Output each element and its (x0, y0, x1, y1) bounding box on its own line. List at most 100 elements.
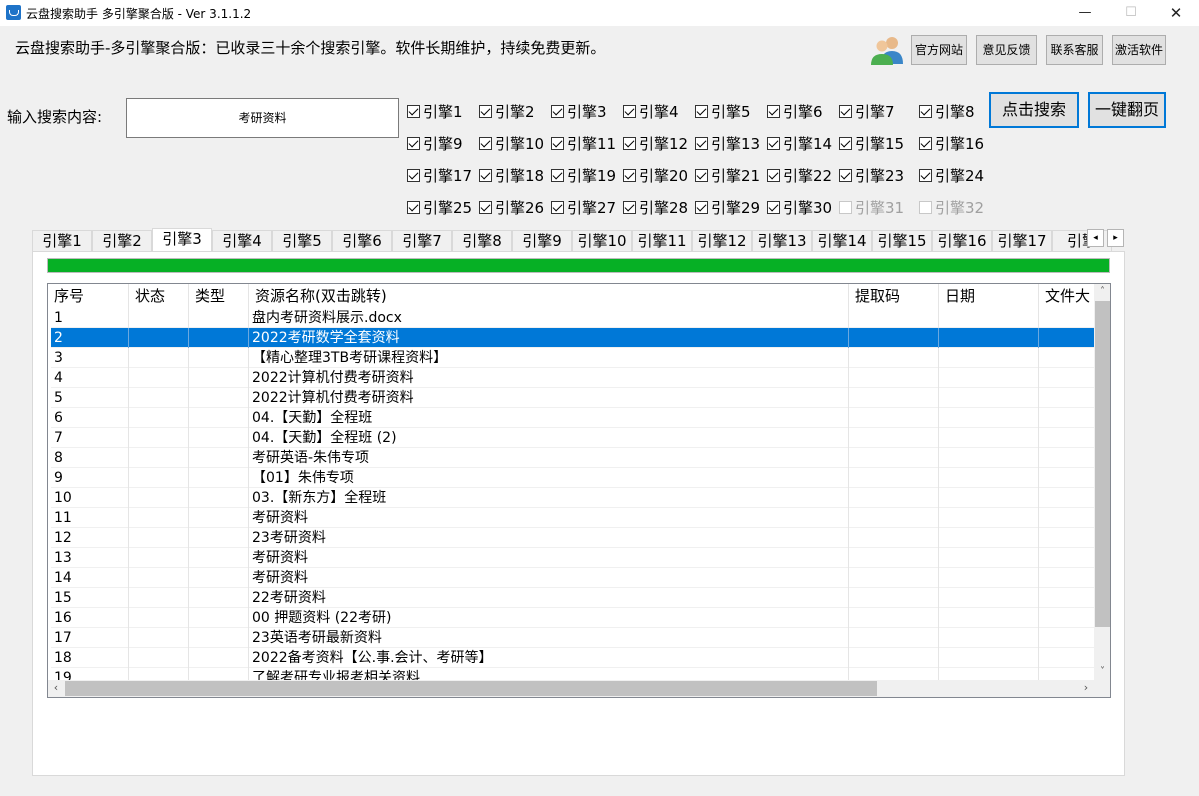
table-row[interactable]: 3 【精心整理3TB考研课程资料】 (51, 348, 1095, 368)
horizontal-scrollbar[interactable]: ‹ › (48, 680, 1094, 697)
engine-checkbox-5[interactable]: 引擎5 (695, 101, 751, 121)
engine-checkbox-8[interactable]: 引擎8 (919, 101, 975, 121)
engine-checkbox-10[interactable]: 引擎10 (479, 133, 544, 153)
scroll-up-icon[interactable]: ˄ (1094, 284, 1110, 300)
contact-support-button[interactable]: 联系客服 (1046, 35, 1103, 65)
table-row[interactable]: 9 【01】朱伟专项 (51, 468, 1095, 488)
tab-engine-10[interactable]: 引擎10 (572, 230, 632, 251)
table-row[interactable]: 2 2022考研数学全套资料 (51, 328, 1095, 348)
tab-engine-9[interactable]: 引擎9 (512, 230, 572, 251)
engine-checkbox-29[interactable]: 引擎29 (695, 197, 760, 217)
scroll-right-icon[interactable]: › (1078, 680, 1094, 697)
maximize-icon[interactable]: ☐ (1108, 0, 1154, 26)
tab-engine-15[interactable]: 引擎15 (872, 230, 932, 251)
minimize-icon[interactable]: — (1062, 0, 1108, 26)
table-row[interactable]: 1 盘内考研资料展示.docx (51, 308, 1095, 328)
tab-engine-8[interactable]: 引擎8 (452, 230, 512, 251)
checkbox-checked-icon[interactable] (551, 201, 564, 214)
search-input[interactable]: 考研资料 (126, 98, 399, 138)
tab-engine-4[interactable]: 引擎4 (212, 230, 272, 251)
activate-software-button[interactable]: 激活软件 (1112, 35, 1166, 65)
column-index-header[interactable]: 序号 (48, 284, 129, 308)
tab-engine-12[interactable]: 引擎12 (692, 230, 752, 251)
checkbox-checked-icon[interactable] (479, 169, 492, 182)
checkbox-checked-icon[interactable] (919, 137, 932, 150)
users-icon[interactable] (870, 34, 904, 66)
checkbox-checked-icon[interactable] (407, 105, 420, 118)
engine-checkbox-19[interactable]: 引擎19 (551, 165, 616, 185)
table-row[interactable]: 11 考研资料 (51, 508, 1095, 528)
engine-checkbox-20[interactable]: 引擎20 (623, 165, 688, 185)
tab-engine-2[interactable]: 引擎2 (92, 230, 152, 251)
tab-scroll-right-icon[interactable]: ▸ (1107, 229, 1124, 247)
engine-checkbox-6[interactable]: 引擎6 (767, 101, 823, 121)
checkbox-checked-icon[interactable] (919, 105, 932, 118)
table-row[interactable]: 12 23考研资料 (51, 528, 1095, 548)
engine-checkbox-22[interactable]: 引擎22 (767, 165, 832, 185)
engine-checkbox-3[interactable]: 引擎3 (551, 101, 607, 121)
checkbox-checked-icon[interactable] (623, 105, 636, 118)
engine-checkbox-24[interactable]: 引擎24 (919, 165, 984, 185)
engine-checkbox-27[interactable]: 引擎27 (551, 197, 616, 217)
table-row[interactable]: 4 2022计算机付费考研资料 (51, 368, 1095, 388)
vertical-scroll-thumb[interactable] (1095, 301, 1110, 627)
column-date-header[interactable]: 日期 (939, 284, 1039, 308)
column-resource-name-header[interactable]: 资源名称(双击跳转) (249, 284, 849, 308)
tab-engine-14[interactable]: 引擎14 (812, 230, 872, 251)
table-row[interactable]: 7 04.【天勤】全程班 (2) (51, 428, 1095, 448)
table-row[interactable]: 17 23英语考研最新资料 (51, 628, 1095, 648)
engine-checkbox-21[interactable]: 引擎21 (695, 165, 760, 185)
tab-engine-13[interactable]: 引擎13 (752, 230, 812, 251)
checkbox-checked-icon[interactable] (551, 169, 564, 182)
tab-engine-3[interactable]: 引擎3 (152, 228, 212, 251)
checkbox-checked-icon[interactable] (695, 105, 708, 118)
engine-checkbox-16[interactable]: 引擎16 (919, 133, 984, 153)
table-row[interactable]: 6 04.【天勤】全程班 (51, 408, 1095, 428)
engine-checkbox-23[interactable]: 引擎23 (839, 165, 904, 185)
checkbox-checked-icon[interactable] (407, 201, 420, 214)
engine-checkbox-17[interactable]: 引擎17 (407, 165, 472, 185)
engine-checkbox-30[interactable]: 引擎30 (767, 197, 832, 217)
column-extract-code-header[interactable]: 提取码 (849, 284, 939, 308)
checkbox-checked-icon[interactable] (767, 169, 780, 182)
next-page-button[interactable]: 一键翻页 (1088, 92, 1166, 128)
checkbox-checked-icon[interactable] (839, 137, 852, 150)
search-button[interactable]: 点击搜索 (989, 92, 1079, 128)
engine-checkbox-2[interactable]: 引擎2 (479, 101, 535, 121)
feedback-button[interactable]: 意见反馈 (976, 35, 1037, 65)
engine-checkbox-1[interactable]: 引擎1 (407, 101, 463, 121)
table-row[interactable]: 16 00 押题资料 (22考研) (51, 608, 1095, 628)
engine-checkbox-25[interactable]: 引擎25 (407, 197, 472, 217)
engine-checkbox-11[interactable]: 引擎11 (551, 133, 616, 153)
engine-checkbox-4[interactable]: 引擎4 (623, 101, 679, 121)
engine-checkbox-14[interactable]: 引擎14 (767, 133, 832, 153)
checkbox-checked-icon[interactable] (767, 137, 780, 150)
results-table[interactable]: 序号 状态 类型 资源名称(双击跳转) 提取码 日期 文件大 1 盘内考研资料展示.docx 2… (47, 283, 1111, 698)
engine-checkbox-13[interactable]: 引擎13 (695, 133, 760, 153)
scroll-left-icon[interactable]: ‹ (48, 680, 64, 697)
checkbox-checked-icon[interactable] (551, 137, 564, 150)
tab-engine-16[interactable]: 引擎16 (932, 230, 992, 251)
tab-engine-6[interactable]: 引擎6 (332, 230, 392, 251)
engine-checkbox-15[interactable]: 引擎15 (839, 133, 904, 153)
close-icon[interactable]: ✕ (1153, 0, 1199, 26)
table-row[interactable]: 14 考研资料 (51, 568, 1095, 588)
tab-scroll-left-icon[interactable]: ◂ (1087, 229, 1104, 247)
scroll-down-icon[interactable]: ˅ (1094, 664, 1110, 680)
checkbox-checked-icon[interactable] (695, 201, 708, 214)
engine-checkbox-18[interactable]: 引擎18 (479, 165, 544, 185)
checkbox-checked-icon[interactable] (839, 169, 852, 182)
checkbox-checked-icon[interactable] (551, 105, 564, 118)
checkbox-checked-icon[interactable] (407, 169, 420, 182)
checkbox-checked-icon[interactable] (767, 201, 780, 214)
checkbox-checked-icon[interactable] (623, 137, 636, 150)
tab-engine-7[interactable]: 引擎7 (392, 230, 452, 251)
checkbox-checked-icon[interactable] (479, 105, 492, 118)
engine-checkbox-28[interactable]: 引擎28 (623, 197, 688, 217)
engine-checkbox-7[interactable]: 引擎7 (839, 101, 895, 121)
table-row[interactable]: 18 2022备考资料【公.事.会计、考研等】 (51, 648, 1095, 668)
checkbox-checked-icon[interactable] (407, 137, 420, 150)
checkbox-checked-icon[interactable] (839, 105, 852, 118)
checkbox-checked-icon[interactable] (623, 169, 636, 182)
engine-checkbox-26[interactable]: 引擎26 (479, 197, 544, 217)
